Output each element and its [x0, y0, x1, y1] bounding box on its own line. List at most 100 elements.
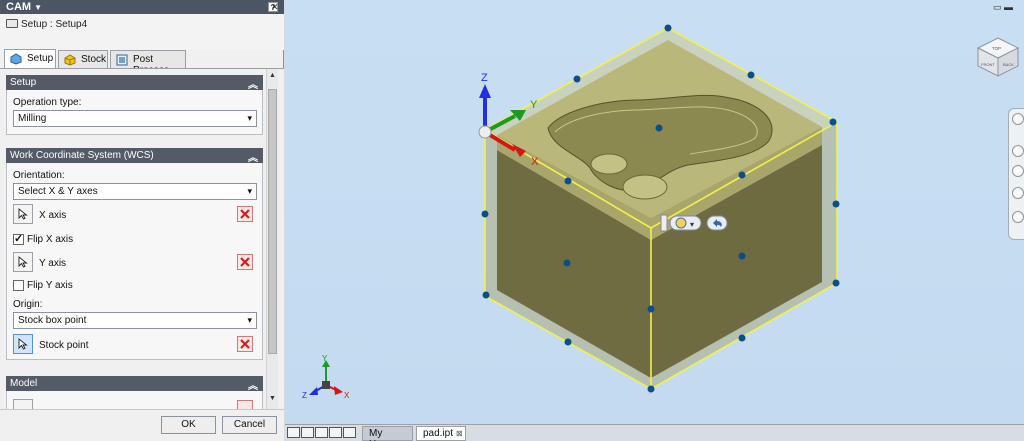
panel-titlebar[interactable]: CAM ▼ ?: [0, 0, 284, 14]
tab-label: My Home: [369, 428, 396, 441]
collapse-icon[interactable]: ︽: [248, 149, 258, 164]
tab-stock[interactable]: Stock: [58, 50, 108, 68]
wcs-y-label: Y: [530, 99, 538, 111]
tab-label: Stock: [81, 54, 107, 65]
clear-x-axis-button[interactable]: [237, 206, 253, 222]
close-tab-icon[interactable]: ⊠: [456, 429, 463, 438]
y-axis-label: Y axis: [39, 258, 67, 269]
model-pick-button[interactable]: [13, 399, 33, 409]
scroll-up-icon[interactable]: ▲: [269, 72, 276, 79]
viewcube-front-label: FRONT: [981, 62, 995, 67]
flip-x-checkbox[interactable]: ✓: [13, 233, 24, 245]
tab-label: pad.ipt: [423, 428, 454, 439]
graphics-viewport[interactable]: Z Y X ▾ Y X Z: [285, 0, 1024, 424]
cursor-icon: [18, 338, 28, 350]
section-title: Model: [10, 378, 38, 389]
setup-icon: [10, 53, 22, 65]
flip-x-label: Flip X axis: [27, 234, 74, 245]
delete-icon: [240, 257, 250, 267]
scroll-thumb[interactable]: [268, 89, 277, 354]
panel-footer: OK Cancel: [0, 409, 284, 441]
tile-windows-icon[interactable]: [287, 427, 300, 438]
stock-point-label: Stock point: [39, 340, 89, 351]
clear-model-button[interactable]: [237, 400, 253, 409]
ok-button[interactable]: OK: [161, 416, 216, 434]
viewcube-top-label: TOP: [992, 46, 1001, 51]
stock-point-pick-button[interactable]: [13, 334, 33, 354]
flip-y-label: Flip Y axis: [27, 280, 73, 291]
vertical-arrange-icon[interactable]: [329, 427, 342, 438]
wcs-z-label: Z: [481, 72, 488, 84]
y-axis-pick-button[interactable]: [13, 252, 33, 272]
steering-wheel-icon[interactable]: [1012, 113, 1024, 125]
cursor-icon: [18, 256, 28, 268]
section-header-setup[interactable]: Setup ︽: [6, 75, 263, 91]
chevron-down-icon: ▾: [247, 315, 252, 325]
flip-y-checkbox[interactable]: [13, 280, 24, 291]
viewcube[interactable]: TOP FRONT BACK: [975, 36, 1021, 78]
triad-z-label: Z: [302, 391, 307, 400]
section-title: Work Coordinate System (WCS): [10, 150, 154, 161]
wcs-x-label: X: [531, 156, 539, 168]
origin-select[interactable]: Stock box point ▾: [13, 312, 257, 329]
panel-scrollbar[interactable]: ▲ ▼: [266, 69, 278, 409]
operation-type-label: Operation type:: [13, 97, 82, 108]
breadcrumb: Setup : Setup4: [6, 19, 87, 30]
close-icon[interactable]: ✕: [271, 2, 279, 13]
checkmark-icon: ✓: [14, 233, 24, 245]
panel-title: CAM: [6, 1, 32, 13]
triad-x-label: X: [344, 391, 350, 400]
section-title: Setup: [10, 77, 37, 88]
chevron-down-icon: ▾: [247, 113, 252, 123]
navigation-bar: [1008, 108, 1024, 240]
view-triad: [309, 360, 343, 395]
cam-panel: CAM ▼ ? ✕ Setup : Setup4 Setup Stock Post…: [0, 0, 284, 441]
viewcube-back-label: BACK: [1003, 62, 1014, 67]
x-axis-pick-button[interactable]: [13, 204, 33, 224]
operation-type-select[interactable]: Milling ▾: [13, 110, 257, 127]
chevron-down-icon: ▾: [247, 186, 252, 196]
triad-y-label: Y: [322, 354, 328, 363]
delete-icon: [240, 209, 250, 219]
post-process-icon: [116, 54, 128, 66]
orientation-select[interactable]: Select X & Y axes ▾: [13, 183, 257, 200]
chevron-down-icon[interactable]: ▼: [34, 3, 42, 12]
document-tab-bar: My Home pad.ipt⊠: [285, 424, 1024, 441]
tab-post-process[interactable]: Post Process: [110, 50, 186, 76]
horizontal-arrange-icon[interactable]: [315, 427, 328, 438]
viewport-controls-icon[interactable]: ▭ ▬: [993, 2, 1013, 13]
delete-icon: [240, 339, 250, 349]
select-value: Select X & Y axes: [18, 186, 98, 197]
svg-text:▾: ▾: [690, 220, 694, 229]
clear-stock-point-button[interactable]: [237, 336, 253, 352]
document-list-icon[interactable]: [343, 427, 356, 438]
tab-setup[interactable]: Setup: [4, 49, 56, 69]
section-header-model[interactable]: Model ︽: [6, 376, 263, 392]
origin-label: Origin:: [13, 299, 43, 310]
cancel-button[interactable]: Cancel: [222, 416, 277, 434]
setup-path-text: Setup : Setup4: [21, 19, 88, 30]
section-header-wcs[interactable]: Work Coordinate System (WCS) ︽: [6, 148, 263, 164]
look-at-icon[interactable]: [1012, 211, 1024, 223]
tab-pad-ipt[interactable]: pad.ipt ⊠: [416, 426, 466, 441]
select-value: Stock box point: [18, 315, 87, 326]
pan-icon[interactable]: [1012, 145, 1024, 157]
orientation-label: Orientation:: [13, 170, 65, 181]
tab-label: Setup: [27, 53, 54, 64]
cascade-windows-icon[interactable]: [301, 427, 314, 438]
app-root: CAM ▼ ? ✕ Setup : Setup4 Setup Stock Post…: [0, 0, 1024, 441]
scroll-down-icon[interactable]: ▼: [269, 395, 276, 402]
cursor-icon: [18, 208, 28, 220]
orbit-icon[interactable]: [1012, 187, 1024, 199]
x-axis-label: X axis: [39, 210, 67, 221]
model-canvas[interactable]: Z Y X ▾ Y X Z: [285, 0, 1024, 424]
collapse-icon[interactable]: ︽: [248, 377, 258, 392]
zoom-icon[interactable]: [1012, 165, 1024, 177]
section-body-model: [6, 391, 263, 409]
clear-y-axis-button[interactable]: [237, 254, 253, 270]
collapse-icon[interactable]: ︽: [248, 76, 258, 91]
panel-content[interactable]: Setup ︽ Operation type: Milling ▾ Work Co…: [0, 69, 284, 409]
folder-icon: [6, 19, 18, 28]
stock-box-icon: [64, 54, 76, 66]
tab-my-home[interactable]: My Home: [362, 426, 413, 441]
